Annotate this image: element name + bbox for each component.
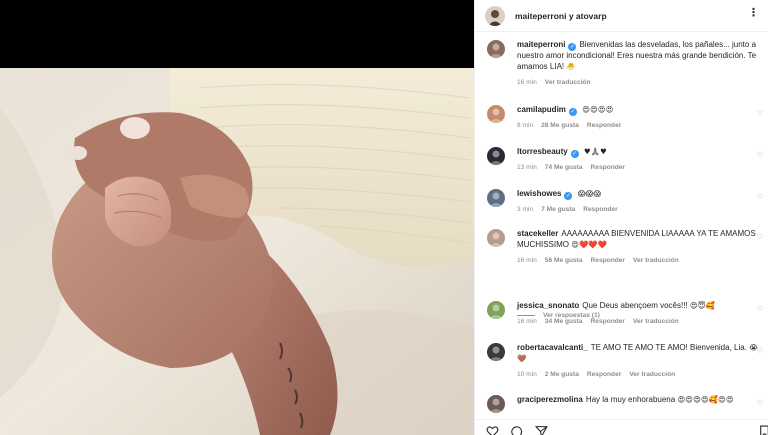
post-photo [0, 68, 474, 435]
comment-text: graciperezmolina Hay la muy enhorabuena 😍… [517, 395, 763, 406]
comment-text: stacekeller AAAAAAAAA BIENVENIDA LIAAAAA … [517, 229, 763, 251]
comment-icon[interactable] [510, 425, 523, 435]
post-header-title[interactable]: maiteperroni y atovarp [515, 11, 607, 21]
comment-like-heart-icon[interactable]: ♡ [757, 109, 763, 117]
more-options-icon[interactable]: ⋮ [748, 8, 759, 19]
comment-like-heart-icon[interactable]: ♡ [757, 399, 763, 407]
replies-divider-line [517, 315, 535, 316]
commenter-avatar[interactable] [487, 105, 505, 123]
comment-body: ltorresbeauty ✓ ♥🙏🏽♥ 13 min 74 Me gusta Resp… [517, 147, 763, 171]
comment-username[interactable]: robertacavalcanti_ [517, 343, 588, 352]
comment-text: camilapudim ✓ 😍😍😍😍 [517, 105, 763, 116]
verified-badge-icon: ✓ [568, 43, 577, 51]
comment-emoji: 🐣 [566, 61, 576, 71]
comment-text: ltorresbeauty ✓ ♥🙏🏽♥ [517, 147, 763, 158]
action-bar [475, 419, 768, 435]
post-header: maiteperroni y atovarp ⋮ [475, 0, 768, 32]
reply-button[interactable]: Responder [591, 257, 625, 264]
comment-emoji: ♥🙏🏽♥ [583, 147, 607, 156]
comment-time: 10 min [517, 370, 537, 378]
translate-button[interactable]: Ver traducción [545, 79, 591, 86]
comment-meta: 16 min Ver traducción [517, 79, 763, 86]
view-replies-button[interactable]: Ver respuestas (1) [517, 312, 600, 319]
comment-text: jessica_snonato Que Deus abençoem vocês!!… [517, 301, 763, 312]
reply-button[interactable]: Responder [583, 206, 617, 213]
verified-badge-icon: ✓ [564, 192, 573, 200]
comment-username[interactable]: ltorresbeauty [517, 147, 568, 156]
translate-button[interactable]: Ver traducción [629, 371, 675, 378]
reply-button[interactable]: Responder [587, 122, 621, 129]
comment-username[interactable]: lewishowes [517, 189, 561, 198]
comment-likes[interactable]: 56 Me gusta [545, 257, 583, 264]
comment-body: lewishowes ✓ 😱😱😱 3 min 7 Me gusta Responder [517, 189, 763, 213]
comment-time: 8 min [517, 122, 534, 129]
comment-username[interactable]: jessica_snonato [517, 301, 579, 310]
comment-emoji: 😍😇🥰 [689, 301, 715, 310]
comment-like-heart-icon[interactable]: ♡ [757, 193, 763, 201]
media-letterbox [0, 0, 474, 68]
comment-emoji: 😍😍😍😍 [582, 105, 614, 114]
comments-list: maiteperroni ✓ Bienvenidas las desveladas,… [475, 33, 768, 419]
comment-body: stacekeller AAAAAAAAA BIENVENIDA LIAAAAA … [517, 229, 763, 264]
comment-meta: 13 min 74 Me gusta Responder [517, 164, 763, 171]
comment-username[interactable]: graciperezmolina [517, 395, 583, 404]
commenter-avatar[interactable] [487, 343, 505, 361]
post-media[interactable] [0, 0, 474, 435]
comment-time: 16 min [517, 256, 537, 264]
view-replies-label: Ver respuestas (1) [543, 312, 600, 319]
verified-badge-icon: ✓ [570, 150, 579, 158]
comment-likes[interactable]: 2 Me gusta [545, 371, 579, 378]
comment-body: maiteperroni ✓ Bienvenidas las desveladas,… [517, 40, 763, 86]
comment-meta: 8 min 28 Me gusta Responder [517, 122, 763, 129]
verified-badge-icon: ✓ [568, 108, 577, 116]
comment-like-heart-icon[interactable]: ♡ [757, 151, 763, 159]
comment-message: Hay la muy enhorabuena [585, 395, 676, 404]
comment-text: lewishowes ✓ 😱😱😱 [517, 189, 763, 200]
post-side-panel: maiteperroni y atovarp ⋮ maiteperroni ✓ Bi… [474, 0, 768, 435]
comment-message: Que Deus abençoem vocês!!! [582, 301, 688, 310]
commenter-avatar[interactable] [487, 395, 505, 413]
comment-username[interactable]: stacekeller [517, 229, 558, 238]
comment-like-heart-icon[interactable]: ♡ [757, 347, 763, 355]
comment-likes[interactable]: 7 Me gusta [541, 206, 575, 213]
commenter-avatar[interactable] [487, 189, 505, 207]
author-avatar[interactable] [485, 5, 505, 26]
commenter-avatar[interactable] [487, 147, 505, 165]
comment-body: camilapudim ✓ 😍😍😍😍 8 min 28 Me gusta Respond… [517, 105, 763, 129]
comment-meta: 3 min 7 Me gusta Responder [517, 206, 763, 213]
comment-text: robertacavalcanti_ TE AMO TE AMO TE AMO! … [517, 343, 763, 365]
comment-like-heart-icon[interactable]: ♡ [757, 233, 763, 241]
heart-icon[interactable] [486, 425, 499, 435]
comment-time: 3 min [517, 206, 534, 213]
comment-meta: 10 min 2 Me gusta Responder Ver traducción [517, 371, 763, 378]
comment-time: 16 min [517, 78, 537, 86]
comment-emoji: 😍❤️❤️❤️ [571, 239, 608, 249]
comment-likes[interactable]: 74 Me gusta [545, 164, 583, 171]
comment-text: maiteperroni ✓ Bienvenidas las desveladas,… [517, 40, 763, 73]
comment-body: robertacavalcanti_ TE AMO TE AMO TE AMO! … [517, 343, 763, 378]
bookmark-icon[interactable] [758, 425, 768, 435]
comment-emoji: 😍😍😍😍🥰😍😍 [677, 395, 734, 404]
comment-username[interactable]: maiteperroni [517, 40, 565, 49]
comment-time: 13 min [517, 164, 537, 171]
commenter-avatar[interactable] [487, 40, 505, 58]
comment-like-heart-icon[interactable]: ♡ [757, 305, 763, 313]
comment-message: TE AMO TE AMO TE AMO! Bienvenida, Lia. [590, 343, 747, 352]
comment-likes[interactable]: 28 Me gusta [541, 122, 579, 129]
comment-emoji: 😱😱😱 [577, 189, 602, 198]
reply-button[interactable]: Responder [591, 164, 625, 171]
reply-button[interactable]: Responder [587, 371, 621, 378]
comment-body: graciperezmolina Hay la muy enhorabuena 😍… [517, 395, 763, 406]
comment-meta: 16 min 56 Me gusta Responder Ver traducción [517, 257, 763, 264]
share-icon[interactable] [535, 425, 548, 435]
comment-username[interactable]: camilapudim [517, 105, 566, 114]
commenter-avatar[interactable] [487, 301, 505, 319]
translate-button[interactable]: Ver traducción [633, 318, 679, 325]
translate-button[interactable]: Ver traducción [633, 257, 679, 264]
commenter-avatar[interactable] [487, 229, 505, 247]
